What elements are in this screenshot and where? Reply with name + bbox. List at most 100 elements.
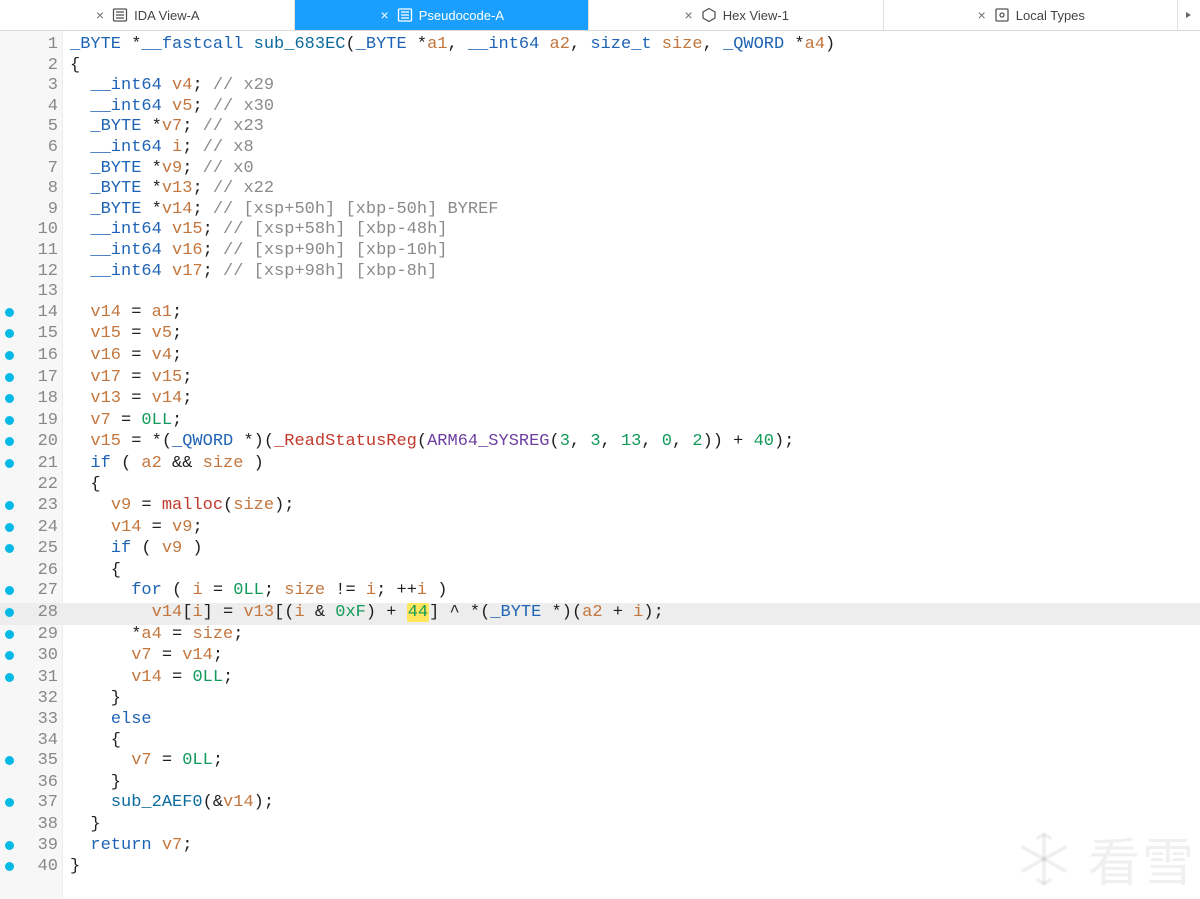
code-line[interactable]: 13 xyxy=(0,282,1200,303)
code-text[interactable]: __int64 v16; // [xsp+90h] [xbp-10h] xyxy=(64,241,1200,262)
code-line[interactable]: 39 return v7; xyxy=(0,836,1200,858)
code-text[interactable]: if ( a2 && size ) xyxy=(64,454,1200,475)
code-line[interactable]: 27 for ( i = 0LL; size != i; ++i ) xyxy=(0,581,1200,603)
code-line[interactable]: 33 else xyxy=(0,710,1200,731)
code-line[interactable]: 28 v14[i] = v13[(i & 0xF) + 44] ^ *(_BYT… xyxy=(0,603,1200,625)
code-text[interactable]: { xyxy=(64,731,1200,752)
code-text[interactable]: } xyxy=(64,773,1200,794)
code-line[interactable]: 18 v13 = v14; xyxy=(0,389,1200,411)
code-line[interactable]: 26 { xyxy=(0,561,1200,582)
close-icon[interactable]: × xyxy=(976,8,988,22)
breakpoint-gutter[interactable] xyxy=(0,603,18,625)
tab-hex-view-1[interactable]: ×Hex View-1 xyxy=(589,0,884,30)
code-line[interactable]: 35 v7 = 0LL; xyxy=(0,751,1200,773)
code-text[interactable]: { xyxy=(64,561,1200,582)
code-line[interactable]: 12 __int64 v17; // [xsp+98h] [xbp-8h] xyxy=(0,262,1200,283)
code-text[interactable]: _BYTE *v7; // x23 xyxy=(64,117,1200,138)
code-text[interactable]: v7 = v14; xyxy=(64,646,1200,667)
code-line[interactable]: 21 if ( a2 && size ) xyxy=(0,454,1200,476)
code-text[interactable]: v15 = *(_QWORD *)(_ReadStatusReg(ARM64_S… xyxy=(64,432,1200,453)
code-line[interactable]: 6 __int64 i; // x8 xyxy=(0,138,1200,159)
code-line[interactable]: 38 } xyxy=(0,815,1200,836)
code-line[interactable]: 20 v15 = *(_QWORD *)(_ReadStatusReg(ARM6… xyxy=(0,432,1200,454)
code-line[interactable]: 29 *a4 = size; xyxy=(0,625,1200,647)
code-text[interactable]: v9 = malloc(size); xyxy=(64,496,1200,517)
code-text[interactable]: v17 = v15; xyxy=(64,368,1200,389)
code-text[interactable]: if ( v9 ) xyxy=(64,539,1200,560)
code-line[interactable]: 37 sub_2AEF0(&v14); xyxy=(0,793,1200,815)
breakpoint-gutter[interactable] xyxy=(0,432,18,454)
code-text[interactable]: __int64 v5; // x30 xyxy=(64,97,1200,118)
code-text[interactable]: } xyxy=(64,857,1200,878)
code-line[interactable]: 16 v16 = v4; xyxy=(0,346,1200,368)
code-text[interactable]: v14 = v9; xyxy=(64,518,1200,539)
breakpoint-gutter[interactable] xyxy=(0,411,18,433)
code-line[interactable]: 14 v14 = a1; xyxy=(0,303,1200,325)
code-line[interactable]: 9 _BYTE *v14; // [xsp+50h] [xbp-50h] BYR… xyxy=(0,200,1200,221)
code-line[interactable]: 7 _BYTE *v9; // x0 xyxy=(0,159,1200,180)
code-line[interactable]: 23 v9 = malloc(size); xyxy=(0,496,1200,518)
code-line[interactable]: 2{ xyxy=(0,56,1200,77)
code-text[interactable]: _BYTE *__fastcall sub_683EC(_BYTE *a1, _… xyxy=(64,35,1200,56)
code-text[interactable]: v15 = v5; xyxy=(64,324,1200,345)
code-text[interactable]: __int64 v4; // x29 xyxy=(64,76,1200,97)
breakpoint-gutter[interactable] xyxy=(0,303,18,325)
code-text[interactable]: v14[i] = v13[(i & 0xF) + 44] ^ *(_BYTE *… xyxy=(64,603,1200,624)
breakpoint-gutter[interactable] xyxy=(0,368,18,390)
tab-local-types[interactable]: ×Local Types xyxy=(884,0,1179,30)
code-line[interactable]: 25 if ( v9 ) xyxy=(0,539,1200,561)
code-text[interactable]: _BYTE *v14; // [xsp+50h] [xbp-50h] BYREF xyxy=(64,200,1200,221)
code-line[interactable]: 5 _BYTE *v7; // x23 xyxy=(0,117,1200,138)
code-text[interactable]: v7 = 0LL; xyxy=(64,411,1200,432)
code-line[interactable]: 22 { xyxy=(0,475,1200,496)
code-line[interactable]: 32 } xyxy=(0,689,1200,710)
code-line[interactable]: 11 __int64 v16; // [xsp+90h] [xbp-10h] xyxy=(0,241,1200,262)
code-text[interactable]: { xyxy=(64,56,1200,77)
code-line[interactable]: 30 v7 = v14; xyxy=(0,646,1200,668)
code-text[interactable]: _BYTE *v13; // x22 xyxy=(64,179,1200,200)
tab-pseudocode-a[interactable]: ×Pseudocode-A xyxy=(295,0,590,30)
code-line[interactable]: 1_BYTE *__fastcall sub_683EC(_BYTE *a1, … xyxy=(0,35,1200,56)
breakpoint-gutter[interactable] xyxy=(0,389,18,411)
close-icon[interactable]: × xyxy=(379,8,391,22)
code-line[interactable]: 31 v14 = 0LL; xyxy=(0,668,1200,690)
close-icon[interactable]: × xyxy=(94,8,106,22)
breakpoint-gutter[interactable] xyxy=(0,857,18,879)
code-line[interactable]: 40} xyxy=(0,857,1200,879)
breakpoint-gutter[interactable] xyxy=(0,646,18,668)
code-line[interactable]: 4 __int64 v5; // x30 xyxy=(0,97,1200,118)
breakpoint-gutter[interactable] xyxy=(0,751,18,773)
close-icon[interactable]: × xyxy=(683,8,695,22)
breakpoint-gutter[interactable] xyxy=(0,346,18,368)
breakpoint-gutter[interactable] xyxy=(0,625,18,647)
breakpoint-gutter[interactable] xyxy=(0,793,18,815)
code-text[interactable]: } xyxy=(64,689,1200,710)
code-text[interactable]: v14 = 0LL; xyxy=(64,668,1200,689)
breakpoint-gutter[interactable] xyxy=(0,454,18,476)
breakpoint-gutter[interactable] xyxy=(0,518,18,540)
pseudocode-editor[interactable]: 1_BYTE *__fastcall sub_683EC(_BYTE *a1, … xyxy=(0,31,1200,899)
code-text[interactable]: } xyxy=(64,815,1200,836)
breakpoint-gutter[interactable] xyxy=(0,668,18,690)
code-text[interactable]: v7 = 0LL; xyxy=(64,751,1200,772)
code-line[interactable]: 3 __int64 v4; // x29 xyxy=(0,76,1200,97)
code-text[interactable]: __int64 v17; // [xsp+98h] [xbp-8h] xyxy=(64,262,1200,283)
code-text[interactable]: v13 = v14; xyxy=(64,389,1200,410)
code-text[interactable]: __int64 v15; // [xsp+58h] [xbp-48h] xyxy=(64,220,1200,241)
code-line[interactable]: 36 } xyxy=(0,773,1200,794)
code-line[interactable]: 17 v17 = v15; xyxy=(0,368,1200,390)
tab-ida-view-a[interactable]: ×IDA View-A xyxy=(0,0,295,30)
code-text[interactable]: v14 = a1; xyxy=(64,303,1200,324)
code-text[interactable]: for ( i = 0LL; size != i; ++i ) xyxy=(64,581,1200,602)
breakpoint-gutter[interactable] xyxy=(0,324,18,346)
code-line[interactable]: 19 v7 = 0LL; xyxy=(0,411,1200,433)
code-line[interactable]: 8 _BYTE *v13; // x22 xyxy=(0,179,1200,200)
code-text[interactable]: else xyxy=(64,710,1200,731)
code-line[interactable]: 10 __int64 v15; // [xsp+58h] [xbp-48h] xyxy=(0,220,1200,241)
code-text[interactable]: sub_2AEF0(&v14); xyxy=(64,793,1200,814)
breakpoint-gutter[interactable] xyxy=(0,496,18,518)
code-text[interactable]: __int64 i; // x8 xyxy=(64,138,1200,159)
code-text[interactable]: { xyxy=(64,475,1200,496)
code-body[interactable]: 1_BYTE *__fastcall sub_683EC(_BYTE *a1, … xyxy=(0,31,1200,879)
code-text[interactable]: v16 = v4; xyxy=(64,346,1200,367)
